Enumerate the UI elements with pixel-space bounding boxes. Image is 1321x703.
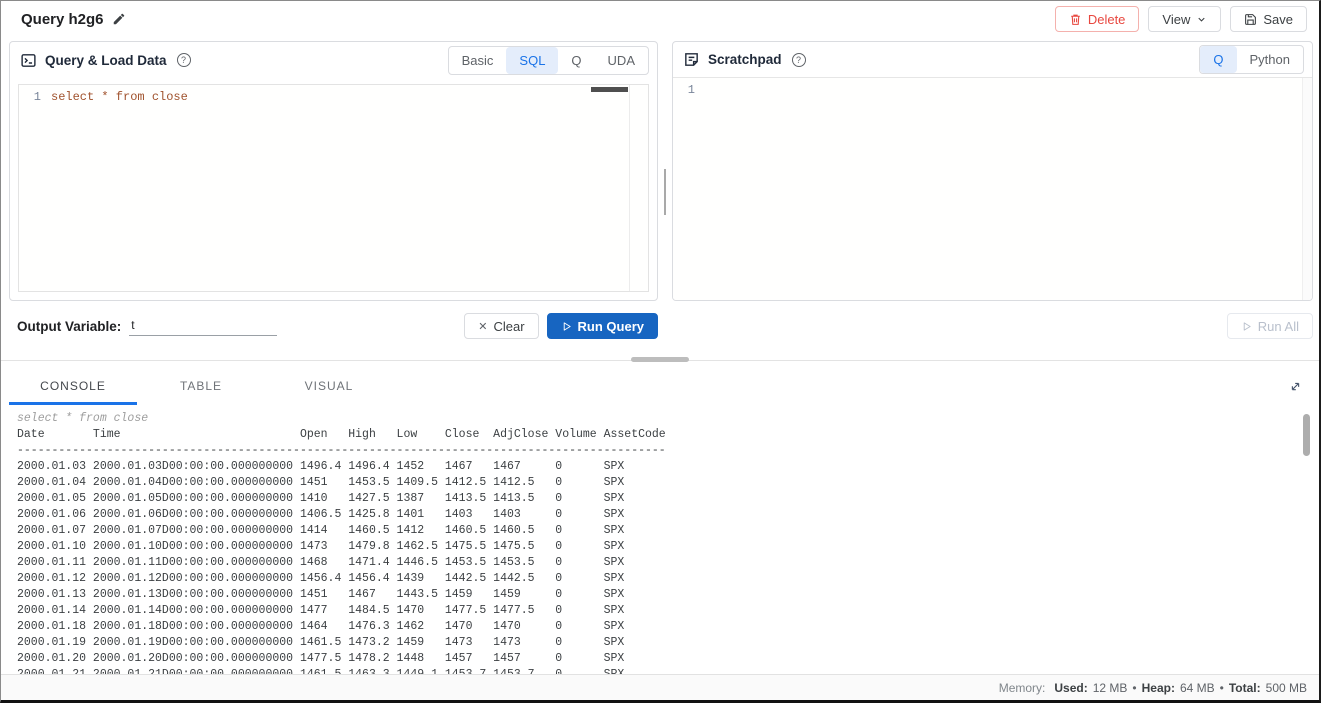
scratchpad-actions: Run All	[672, 313, 1313, 339]
app-window: Query h2g6 Delete View	[0, 0, 1321, 703]
console-row: 2000.01.18 2000.01.18D00:00:00.000000000…	[17, 619, 1319, 635]
clear-x-icon: ✕	[478, 320, 487, 333]
console-row: 2000.01.11 2000.01.11D00:00:00.000000000…	[17, 555, 1319, 571]
tab-visual[interactable]: VISUAL	[265, 367, 393, 405]
pencil-icon	[112, 12, 126, 26]
query-code-editor[interactable]: 1 select * from close	[18, 84, 649, 292]
console-row: 2000.01.04 2000.01.04D00:00:00.000000000…	[17, 475, 1319, 491]
scratchpad-code-editor[interactable]: 1	[673, 78, 1312, 300]
run-all-button-label: Run All	[1258, 319, 1299, 334]
query-load-data-panel: Query & Load Data ? Basic SQL Q UDA 1 se…	[9, 41, 658, 301]
console-row: 2000.01.13 2000.01.13D00:00:00.000000000…	[17, 587, 1319, 603]
run-all-button[interactable]: Run All	[1227, 313, 1313, 339]
memory-total-label: Total:	[1229, 681, 1261, 695]
trash-icon	[1069, 13, 1082, 26]
query-code-text[interactable]: select * from close	[49, 85, 648, 291]
page-title: Query h2g6	[21, 11, 104, 28]
query-help-icon[interactable]: ?	[177, 53, 191, 67]
run-query-button-label: Run Query	[578, 319, 644, 334]
console-echo-line: select * from close	[17, 411, 1319, 427]
status-bar: Memory: Used: 12 MB • Heap: 64 MB • Tota…	[1, 674, 1319, 700]
tab-table[interactable]: TABLE	[137, 367, 265, 405]
console-row: 2000.01.10 2000.01.10D00:00:00.000000000…	[17, 539, 1319, 555]
query-mode-tabs: Basic SQL Q UDA	[448, 46, 649, 75]
console-row: 2000.01.19 2000.01.19D00:00:00.000000000…	[17, 635, 1319, 651]
console-row: 2000.01.07 2000.01.07D00:00:00.000000000…	[17, 523, 1319, 539]
view-dropdown-button[interactable]: View	[1148, 6, 1221, 32]
console-row: 2000.01.21 2000.01.21D00:00:00.000000000…	[17, 667, 1319, 674]
expand-diagonal-icon	[1288, 379, 1303, 394]
horizontal-splitter	[1, 351, 1319, 367]
scratchpad-panel: Scratchpad ? Q Python 1	[672, 41, 1313, 301]
scratchpad-mode-tabs: Q Python	[1199, 45, 1304, 74]
delete-button[interactable]: Delete	[1055, 6, 1140, 32]
bullet-separator: •	[1220, 681, 1224, 695]
memory-label: Memory:	[999, 681, 1046, 695]
query-actions: Output Variable: ✕ Clear Run Query	[9, 313, 658, 339]
output-variable-label: Output Variable:	[17, 319, 121, 334]
console-output[interactable]: select * from close Date Time Open High …	[1, 405, 1319, 674]
scratchpad-icon	[683, 51, 700, 68]
editor-scroll-gutter	[629, 85, 630, 291]
memory-used-value: 12 MB	[1093, 681, 1128, 695]
memory-total-value: 500 MB	[1266, 681, 1307, 695]
view-button-label: View	[1162, 12, 1190, 27]
query-panel-title: Query & Load Data	[45, 53, 167, 68]
bullet-separator: •	[1132, 681, 1136, 695]
save-button[interactable]: Save	[1230, 6, 1307, 32]
results-tab-bar: CONSOLE TABLE VISUAL	[1, 367, 1319, 405]
tab-console[interactable]: CONSOLE	[9, 367, 137, 405]
console-scrollbar-thumb[interactable]	[1303, 414, 1310, 456]
memory-heap-label: Heap:	[1142, 681, 1175, 695]
terminal-icon	[20, 52, 37, 69]
memory-heap-value: 64 MB	[1180, 681, 1215, 695]
scratchpad-panel-title: Scratchpad	[708, 52, 782, 67]
mode-tab-python[interactable]: Python	[1237, 46, 1303, 73]
run-query-button[interactable]: Run Query	[547, 313, 658, 339]
horizontal-splitter-handle[interactable]	[631, 357, 689, 362]
console-row: 2000.01.12 2000.01.12D00:00:00.000000000…	[17, 571, 1319, 587]
save-button-label: Save	[1263, 12, 1293, 27]
scratchpad-panel-header: Scratchpad ? Q Python	[673, 42, 1312, 78]
memory-used-label: Used:	[1054, 681, 1087, 695]
edit-title-button[interactable]	[112, 12, 126, 26]
line-number-gutter: 1	[19, 85, 49, 291]
console-row: 2000.01.03 2000.01.03D00:00:00.000000000…	[17, 459, 1319, 475]
console-rows: 2000.01.03 2000.01.03D00:00:00.000000000…	[17, 459, 1319, 674]
mode-tab-scratch-q[interactable]: Q	[1200, 46, 1236, 73]
chevron-down-icon	[1196, 14, 1207, 25]
output-variable-input[interactable]	[129, 316, 277, 336]
editor-scroll-indicator[interactable]	[591, 87, 628, 92]
delete-button-label: Delete	[1088, 12, 1126, 27]
query-panel-header: Query & Load Data ? Basic SQL Q UDA	[10, 42, 657, 78]
expand-results-button[interactable]	[1288, 379, 1303, 394]
mode-tab-sql[interactable]: SQL	[506, 47, 558, 74]
console-row: 2000.01.20 2000.01.20D00:00:00.000000000…	[17, 651, 1319, 667]
console-header-line: Date Time Open High Low Close AdjClose V…	[17, 427, 1319, 443]
top-bar: Query h2g6 Delete View	[1, 1, 1319, 37]
play-outline-icon	[1241, 321, 1252, 332]
save-icon	[1244, 13, 1257, 26]
scratchpad-help-icon[interactable]: ?	[792, 53, 806, 67]
editor-panels: Query & Load Data ? Basic SQL Q UDA 1 se…	[1, 41, 1319, 301]
mode-tab-q[interactable]: Q	[558, 47, 594, 74]
mode-tab-basic[interactable]: Basic	[449, 47, 507, 74]
action-rows: Output Variable: ✕ Clear Run Query Run A…	[1, 301, 1319, 351]
play-icon	[561, 321, 572, 332]
clear-button-label: Clear	[493, 319, 524, 334]
scratchpad-scrollbar-track[interactable]	[1302, 78, 1312, 300]
line-number-gutter: 1	[673, 78, 703, 300]
vertical-splitter-handle[interactable]	[664, 169, 666, 215]
console-separator-line: ----------------------------------------…	[17, 443, 1319, 459]
console-row: 2000.01.14 2000.01.14D00:00:00.000000000…	[17, 603, 1319, 619]
mode-tab-uda[interactable]: UDA	[595, 47, 648, 74]
scratchpad-code-text[interactable]	[703, 78, 1312, 300]
console-row: 2000.01.05 2000.01.05D00:00:00.000000000…	[17, 491, 1319, 507]
clear-button[interactable]: ✕ Clear	[464, 313, 538, 339]
console-row: 2000.01.06 2000.01.06D00:00:00.000000000…	[17, 507, 1319, 523]
